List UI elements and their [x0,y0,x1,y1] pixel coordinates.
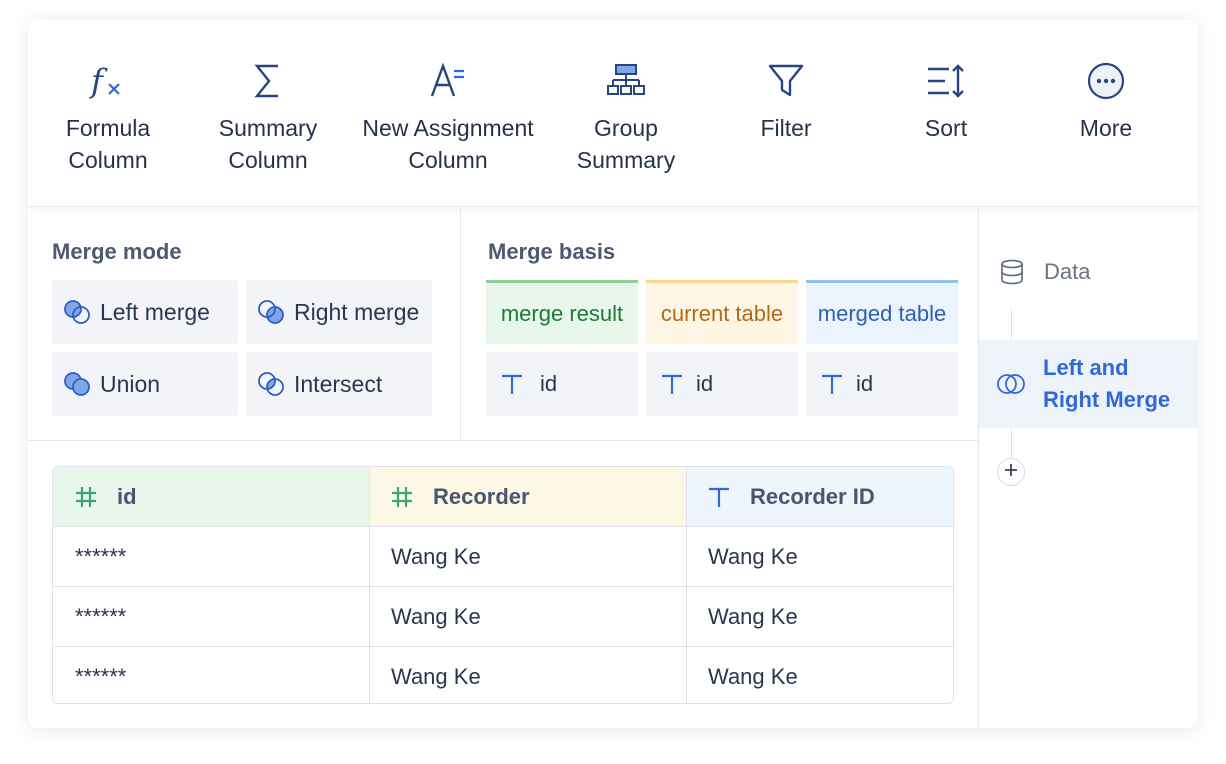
column-header-recorder-id[interactable]: Recorder ID [686,467,953,527]
more-label: More [1079,115,1133,141]
flow-connector [1011,428,1012,458]
table-cell: Wang Ke [391,664,481,689]
hash-icon [389,484,415,510]
union-label: Union [100,370,161,397]
flow-node-merge-label: Left and Right Merge [1043,355,1171,412]
current-table-field-label: id [696,371,714,396]
intersect-option[interactable]: Intersect [246,352,432,416]
database-icon [998,258,1026,286]
group-summary-icon [605,60,647,102]
group-summary-button[interactable]: Group Summary [536,60,716,180]
table-cell: ****** [75,664,127,689]
sort-button[interactable]: Sort [856,60,1036,180]
svg-text:f: f [89,62,108,100]
right-merge-option[interactable]: Right merge [246,280,432,344]
table-cell: Wang Ke [708,604,798,629]
current-table-header: current table [646,280,798,344]
filter-button[interactable]: Filter [696,60,876,180]
table-cell: ****** [75,544,127,569]
summary-column-label: Summary Column [218,115,318,173]
preview-table: id Recorder Recorder ID ****** Wang Ke W… [52,466,954,704]
toolbar: f Formula Column Summary Column New Assi… [28,20,1198,207]
section-divider [460,208,461,440]
table-cell: ****** [75,604,127,629]
formula-icon: f [87,60,129,102]
merge-result-field[interactable]: id [486,352,638,416]
merged-table-field[interactable]: id [806,352,958,416]
assign-icon [427,60,469,102]
merge-result-header: merge result [486,280,638,344]
left-merge-icon [62,297,92,327]
text-type-icon [818,370,846,398]
flow-connector [1011,308,1012,340]
sigma-icon [247,60,289,102]
current-table-field[interactable]: id [646,352,798,416]
union-option[interactable]: Union [52,352,238,416]
new-assignment-column-button[interactable]: New Assignment Column [358,60,538,180]
table-cell: Wang Ke [708,664,798,689]
table-cell: Wang Ke [391,604,481,629]
sort-label: Sort [924,115,968,141]
left-merge-label: Left merge [100,298,210,325]
intersect-label: Intersect [294,370,383,397]
merge-mode-title: Merge mode [52,239,182,264]
column-header-label: id [117,483,137,509]
filter-label: Filter [760,115,812,141]
column-header-id[interactable]: id [53,467,369,527]
add-step-button[interactable] [997,458,1025,486]
flow-node-merge[interactable]: Left and Right Merge [979,340,1198,428]
more-button[interactable]: More [1016,60,1196,180]
merge-step-icon [995,368,1027,400]
text-type-icon [498,370,526,398]
group-summary-label: Group Summary [576,115,676,173]
new-assignment-column-label: New Assignment Column [362,115,534,173]
sort-icon [925,60,967,102]
merged-table-header: merged table [806,280,958,344]
merged-table-field-label: id [856,371,874,396]
right-merge-icon [256,297,286,327]
merge-basis-title: Merge basis [488,239,616,264]
column-header-recorder[interactable]: Recorder [369,467,686,527]
more-icon [1085,60,1127,102]
merge-editor-card: f Formula Column Summary Column New Assi… [28,20,1198,728]
config-divider [28,440,978,441]
hash-icon [73,484,99,510]
right-merge-label: Right merge [294,298,420,325]
text-type-icon [658,370,686,398]
right-panel-divider [978,208,979,728]
merge-result-field-label: id [540,371,558,396]
filter-icon [765,60,807,102]
intersect-icon [256,369,286,399]
table-cell: Wang Ke [391,544,481,569]
formula-column-label: Formula Column [65,115,151,173]
formula-column-button[interactable]: f Formula Column [28,60,198,180]
text-type-icon [706,484,732,510]
left-merge-option[interactable]: Left merge [52,280,238,344]
column-header-label: Recorder [433,483,530,509]
column-header-label: Recorder ID [750,483,875,509]
table-cell: Wang Ke [708,544,798,569]
union-icon [62,369,92,399]
summary-column-button[interactable]: Summary Column [178,60,358,180]
plus-icon [1003,462,1019,483]
flow-node-data-label: Data [1044,259,1091,284]
flow-node-data[interactable]: Data [998,258,1090,286]
